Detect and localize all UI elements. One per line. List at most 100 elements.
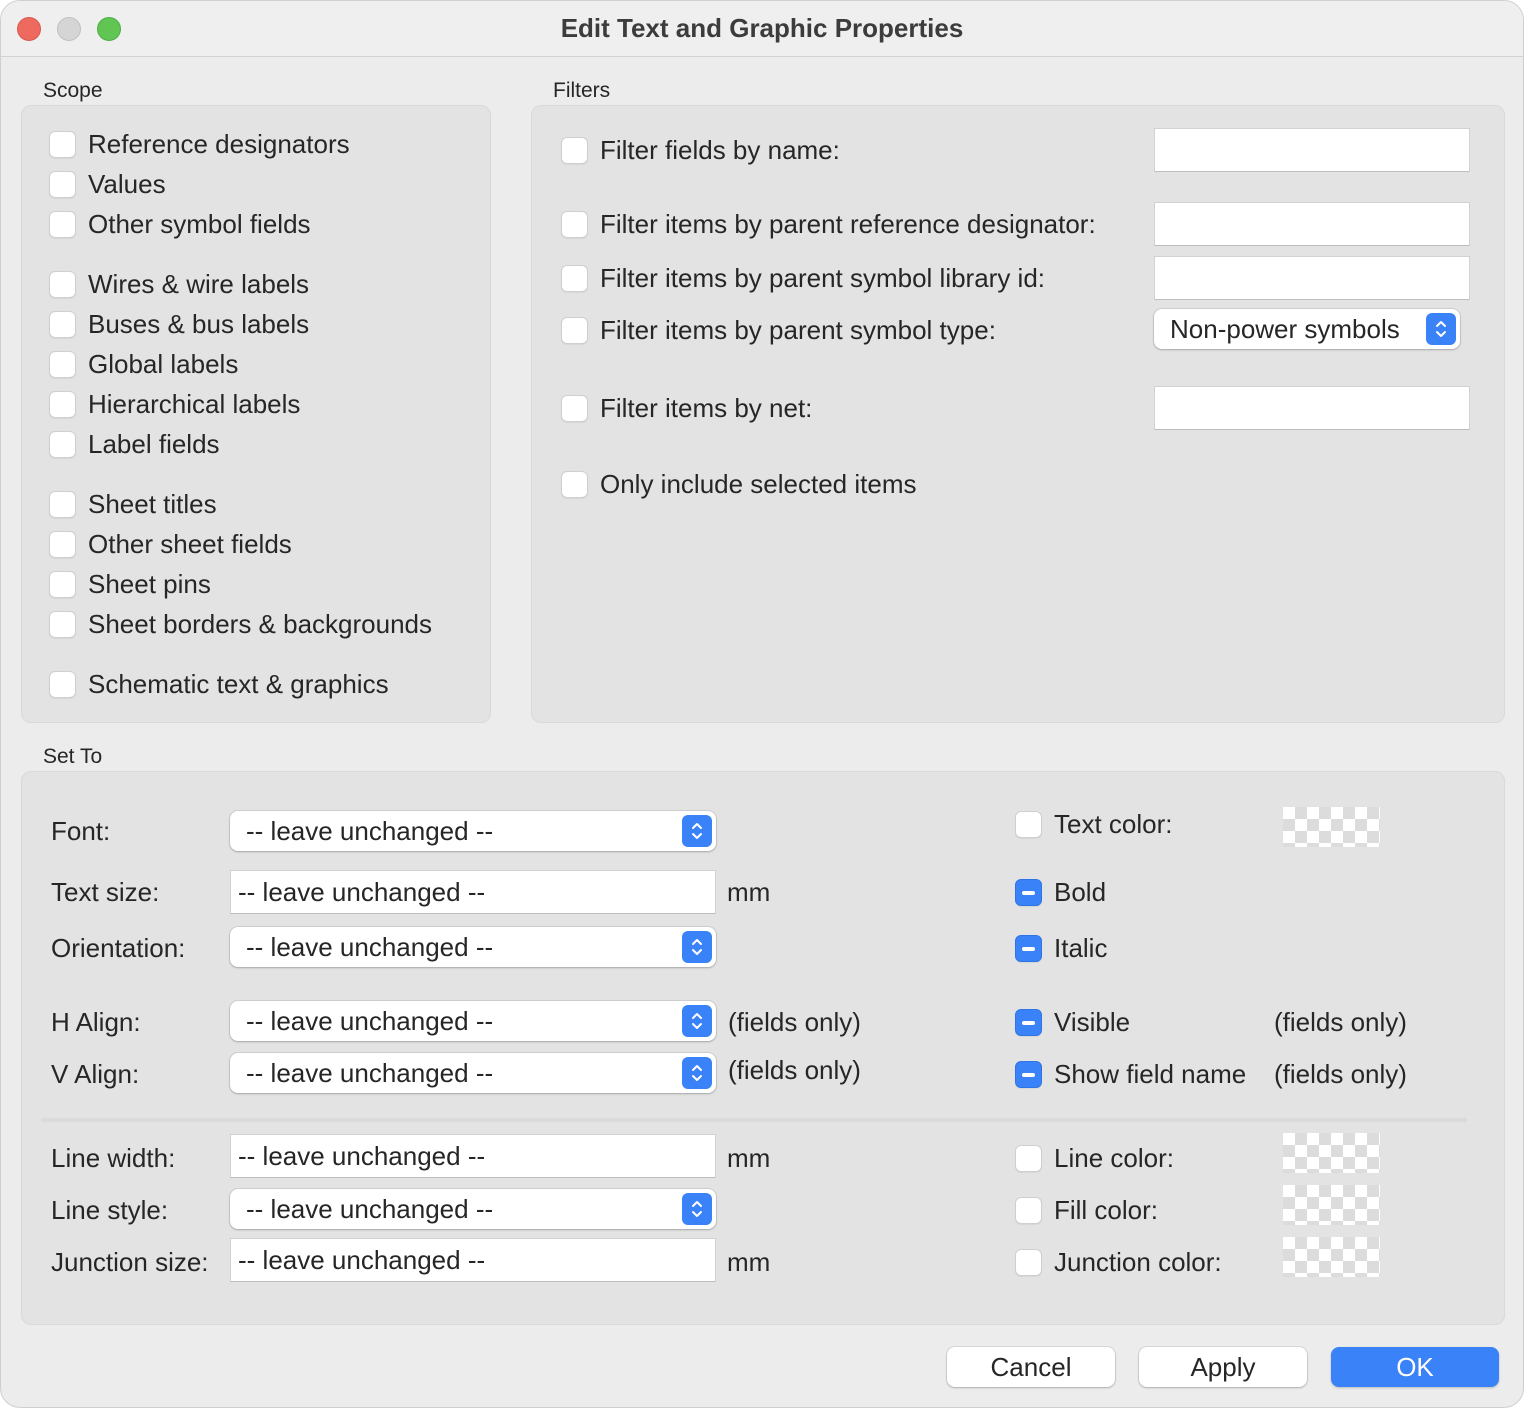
checkbox-mixed[interactable] xyxy=(1015,1008,1042,1036)
checkbox[interactable] xyxy=(1015,1144,1042,1172)
junction-size-input[interactable]: -- leave unchanged -- xyxy=(230,1238,716,1282)
checkbox-label: Line color: xyxy=(1054,1142,1174,1173)
text-size-input[interactable]: -- leave unchanged -- xyxy=(230,870,716,914)
filter-name-input[interactable] xyxy=(1154,128,1470,172)
select-value: -- leave unchanged -- xyxy=(246,1005,494,1036)
scope-other-sheet-fields[interactable]: Other sheet fields xyxy=(49,527,292,561)
filter-by-name[interactable]: Filter fields by name: xyxy=(561,133,840,167)
v-align-select[interactable]: -- leave unchanged -- xyxy=(230,1053,716,1093)
filter-by-library-id[interactable]: Filter items by parent symbol library id… xyxy=(561,261,1045,295)
scope-sheet-borders[interactable]: Sheet borders & backgrounds xyxy=(49,607,432,641)
line-color-toggle[interactable]: Line color: xyxy=(1015,1141,1174,1175)
filter-net-input[interactable] xyxy=(1154,386,1470,430)
scope-global-labels[interactable]: Global labels xyxy=(49,347,238,381)
checkbox-label: Filter items by parent symbol library id… xyxy=(600,262,1046,293)
checkbox-label: Hierarchical labels xyxy=(88,388,301,419)
junction-color-swatch[interactable] xyxy=(1283,1237,1380,1277)
chevron-updown-icon xyxy=(682,1057,712,1089)
filter-library-id-input[interactable] xyxy=(1154,256,1470,300)
checkbox[interactable] xyxy=(49,610,76,638)
filter-selected-only[interactable]: Only include selected items xyxy=(561,467,916,501)
checkbox-label: Sheet borders & backgrounds xyxy=(88,608,432,639)
ok-button[interactable]: OK xyxy=(1331,1347,1499,1387)
checkbox[interactable] xyxy=(561,210,588,238)
v-align-label: V Align: xyxy=(51,1059,140,1089)
checkbox-mixed[interactable] xyxy=(1015,934,1042,962)
checkbox[interactable] xyxy=(561,394,588,422)
show-field-name-toggle[interactable]: Show field name xyxy=(1015,1057,1246,1091)
checkbox[interactable] xyxy=(49,670,76,698)
separator xyxy=(41,1118,1467,1122)
filter-by-net[interactable]: Filter items by net: xyxy=(561,391,812,425)
checkbox[interactable] xyxy=(49,570,76,598)
dialog-window: Edit Text and Graphic Properties Scope R… xyxy=(0,0,1524,1408)
checkbox[interactable] xyxy=(561,470,588,498)
checkbox[interactable] xyxy=(1015,1196,1042,1224)
scope-other-symbol-fields[interactable]: Other symbol fields xyxy=(49,207,311,241)
cancel-button[interactable]: Cancel xyxy=(947,1347,1115,1387)
checkbox-label: Sheet titles xyxy=(88,488,217,519)
fill-color-swatch[interactable] xyxy=(1283,1185,1380,1225)
junction-color-toggle[interactable]: Junction color: xyxy=(1015,1245,1222,1279)
checkbox-label: Only include selected items xyxy=(600,468,917,499)
checkbox[interactable] xyxy=(1015,810,1042,838)
checkbox[interactable] xyxy=(49,130,76,158)
scope-reference-designators[interactable]: Reference designators xyxy=(49,127,350,161)
checkbox-mixed[interactable] xyxy=(1015,878,1042,906)
checkbox[interactable] xyxy=(561,264,588,292)
checkbox[interactable] xyxy=(561,136,588,164)
symbol-type-select[interactable]: Non-power symbols xyxy=(1154,309,1460,349)
filter-by-symbol-type[interactable]: Filter items by parent symbol type: xyxy=(561,313,996,347)
scope-sheet-pins[interactable]: Sheet pins xyxy=(49,567,211,601)
v-align-note: (fields only) xyxy=(728,1055,861,1085)
scope-label-fields[interactable]: Label fields xyxy=(49,427,220,461)
scope-schematic-text[interactable]: Schematic text & graphics xyxy=(49,667,389,701)
visible-toggle[interactable]: Visible xyxy=(1015,1005,1130,1039)
filter-by-reference[interactable]: Filter items by parent reference designa… xyxy=(561,207,1096,241)
scope-hierarchical-labels[interactable]: Hierarchical labels xyxy=(49,387,300,421)
scope-values[interactable]: Values xyxy=(49,167,166,201)
checkbox[interactable] xyxy=(49,350,76,378)
select-value: -- leave unchanged -- xyxy=(246,931,494,962)
scope-wires[interactable]: Wires & wire labels xyxy=(49,267,309,301)
checkbox[interactable] xyxy=(1015,1248,1042,1276)
line-style-select[interactable]: -- leave unchanged -- xyxy=(230,1189,716,1229)
text-color-toggle[interactable]: Text color: xyxy=(1015,807,1173,841)
chevron-updown-icon xyxy=(682,815,712,847)
checkbox-label: Fill color: xyxy=(1054,1194,1159,1225)
checkbox-label: Junction color: xyxy=(1054,1246,1222,1277)
checkbox[interactable] xyxy=(49,530,76,558)
line-color-swatch[interactable] xyxy=(1283,1133,1380,1173)
checkbox[interactable] xyxy=(49,490,76,518)
scope-sheet-titles[interactable]: Sheet titles xyxy=(49,487,217,521)
line-width-input[interactable]: -- leave unchanged -- xyxy=(230,1134,716,1178)
line-width-label: Line width: xyxy=(51,1143,176,1173)
fill-color-toggle[interactable]: Fill color: xyxy=(1015,1193,1158,1227)
h-align-select[interactable]: -- leave unchanged -- xyxy=(230,1001,716,1041)
scope-buses[interactable]: Buses & bus labels xyxy=(49,307,309,341)
text-color-swatch[interactable] xyxy=(1283,807,1380,847)
scope-label: Scope xyxy=(43,79,103,102)
checkbox[interactable] xyxy=(49,310,76,338)
checkbox[interactable] xyxy=(49,390,76,418)
checkbox-label: Values xyxy=(88,168,166,199)
checkbox[interactable] xyxy=(561,316,588,344)
chevron-updown-icon xyxy=(682,1193,712,1225)
checkbox[interactable] xyxy=(49,210,76,238)
checkbox[interactable] xyxy=(49,270,76,298)
apply-button[interactable]: Apply xyxy=(1139,1347,1307,1387)
line-style-label: Line style: xyxy=(51,1195,169,1225)
checkbox-mixed[interactable] xyxy=(1015,1060,1042,1088)
select-value: -- leave unchanged -- xyxy=(246,1057,494,1088)
bold-toggle[interactable]: Bold xyxy=(1015,875,1106,909)
orientation-select[interactable]: -- leave unchanged -- xyxy=(230,927,716,967)
checkbox-label: Visible xyxy=(1054,1006,1131,1037)
junction-size-unit: mm xyxy=(727,1247,771,1277)
checkbox[interactable] xyxy=(49,170,76,198)
font-select[interactable]: -- leave unchanged -- xyxy=(230,811,716,851)
checkbox[interactable] xyxy=(49,430,76,458)
checkbox-label: Filter items by net: xyxy=(600,392,813,423)
italic-toggle[interactable]: Italic xyxy=(1015,931,1107,965)
filter-reference-input[interactable] xyxy=(1154,202,1470,246)
title-bar: Edit Text and Graphic Properties xyxy=(1,1,1523,57)
